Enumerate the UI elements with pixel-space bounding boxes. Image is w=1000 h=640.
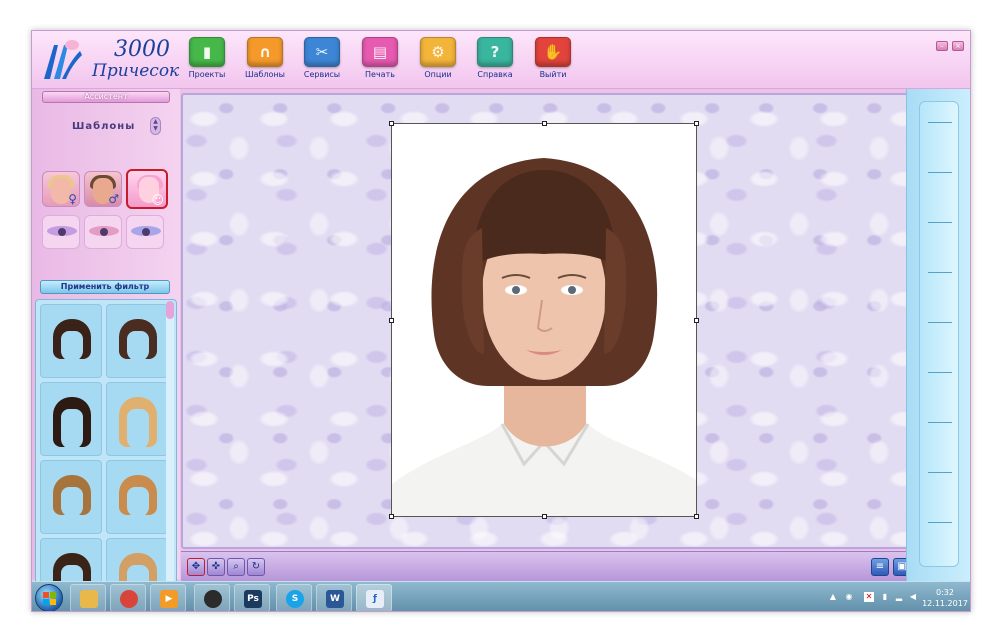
bottom-toolbar: ✥ ✜ ⌕ ↻ ≡ ▣ [181, 551, 917, 581]
resize-handle[interactable] [389, 318, 394, 323]
resize-handle[interactable] [542, 121, 547, 126]
exit-icon: ✋ [535, 37, 571, 67]
media-player-icon: ▶ [160, 590, 178, 608]
network-globe-icon[interactable]: ◉ [844, 592, 854, 602]
taskbar-item-obs[interactable] [194, 584, 230, 611]
taskbar-item-photoshop[interactable]: Ps [234, 584, 270, 611]
clock-date: 12.11.2017 [922, 599, 968, 608]
logo-mark-icon [44, 40, 82, 79]
hairstyle-item[interactable] [40, 382, 102, 456]
hairstyle-item[interactable] [106, 304, 168, 378]
apply-filter-button[interactable]: Применить фильтр [40, 280, 170, 294]
file-explorer-icon [80, 590, 98, 608]
right-scrollbar[interactable] [919, 101, 959, 567]
taskbar-item-word[interactable]: W [316, 584, 352, 611]
taskbar-item-hairstyles[interactable]: ƒ [356, 584, 392, 611]
windows-logo-icon [43, 592, 56, 605]
move-tool-button[interactable]: ✥ [187, 558, 205, 576]
resize-handle[interactable] [389, 514, 394, 519]
taskbar-item-explorer[interactable] [70, 584, 106, 611]
zoom-tool-button[interactable]: ⌕ [227, 558, 245, 576]
assistant-button[interactable]: Ассистент [42, 91, 170, 103]
minimize-button[interactable]: – [936, 41, 948, 51]
services-icon: ✂ [304, 37, 340, 67]
templates-section-title: Шаблоны [72, 121, 136, 132]
windows-taskbar: ▶ Ps S W ƒ ▲ ◉ ✕ ▮ ▂ ◀ 0:32 12.11.2017 [32, 581, 970, 611]
templates-button[interactable]: ∩ Шаблоны [236, 37, 294, 85]
print-button[interactable]: ▤ Печать [351, 37, 409, 85]
eye-template-2[interactable] [84, 215, 122, 249]
female-template-thumb[interactable]: ♀ [42, 171, 80, 207]
left-panel: Ассистент Шаблоны ▲ ▼ ♀ ♂ ☺ Применить фи… [32, 89, 180, 611]
hairstyle-item[interactable] [40, 460, 102, 534]
print-icon: ▤ [362, 37, 398, 67]
skype-icon: S [286, 590, 304, 608]
portrait-image [392, 124, 696, 516]
hairstyle-item[interactable] [40, 304, 102, 378]
projects-icon: ▮ [189, 37, 225, 67]
chrome-icon [120, 590, 138, 608]
logo-number: 3000 [114, 37, 170, 62]
section-updown-icon[interactable]: ▲ ▼ [150, 117, 161, 135]
rotate-tool-button[interactable]: ↻ [247, 558, 265, 576]
taskbar-item-skype[interactable]: S [276, 584, 312, 611]
hairstyle-item[interactable] [106, 382, 168, 456]
right-panel [906, 89, 970, 581]
hairstyle-item[interactable] [106, 460, 168, 534]
photoshop-icon: Ps [244, 590, 262, 608]
male-symbol-icon: ♂ [108, 192, 119, 206]
clock-time: 0:32 [936, 588, 954, 597]
exit-button[interactable]: ✋ Выйти [524, 37, 582, 85]
editing-canvas[interactable] [181, 93, 909, 549]
resize-handle[interactable] [694, 514, 699, 519]
volume-icon[interactable]: ◀ [908, 592, 918, 602]
help-icon: ? [477, 37, 513, 67]
options-button[interactable]: ⚙ Опции [409, 37, 467, 85]
eye-template-1[interactable] [42, 215, 80, 249]
clock[interactable]: 0:32 12.11.2017 [920, 587, 970, 609]
resize-handle[interactable] [389, 121, 394, 126]
projects-button[interactable]: ▮ Проекты [178, 37, 236, 85]
header: 3000 Причесок ▮ Проекты ∩ Шаблоны ✂ Серв… [32, 31, 970, 89]
scroll-thumb[interactable] [166, 301, 174, 319]
word-icon: W [326, 590, 344, 608]
system-tray: ▲ ◉ ✕ ▮ ▂ ◀ 0:32 12.11.2017 [824, 586, 970, 610]
close-button[interactable]: × [952, 41, 964, 51]
help-button[interactable]: ? Справка [466, 37, 524, 85]
tray-expand-icon[interactable]: ▲ [828, 592, 838, 602]
male-template-thumb[interactable]: ♂ [84, 171, 122, 207]
app-window: 3000 Причесок ▮ Проекты ∩ Шаблоны ✂ Серв… [31, 30, 971, 612]
female-symbol-icon: ♀ [68, 192, 77, 206]
resize-handle[interactable] [542, 514, 547, 519]
signal-icon[interactable]: ▂ [894, 592, 904, 602]
hairstyles-app-icon: ƒ [366, 590, 384, 608]
templates-icon: ∩ [247, 37, 283, 67]
services-button[interactable]: ✂ Сервисы [293, 37, 351, 85]
child-template-thumb[interactable]: ☺ [126, 169, 168, 209]
portrait-photo[interactable] [389, 121, 699, 519]
app-logo: 3000 Причесок [38, 35, 180, 85]
resize-handle[interactable] [694, 318, 699, 323]
hairstyle-gallery [35, 299, 177, 611]
logo-title: Причесок [92, 61, 180, 81]
list-view-button[interactable]: ≡ [871, 558, 889, 576]
eye-template-3[interactable] [126, 215, 164, 249]
gallery-scrollbar[interactable] [166, 301, 174, 611]
pan-tool-button[interactable]: ✜ [207, 558, 225, 576]
antivirus-icon[interactable]: ✕ [864, 592, 874, 602]
start-button[interactable] [35, 584, 63, 611]
battery-icon[interactable]: ▮ [880, 592, 890, 602]
obs-icon [204, 590, 222, 608]
taskbar-item-chrome[interactable] [110, 584, 146, 611]
taskbar-item-media[interactable]: ▶ [150, 584, 186, 611]
options-icon: ⚙ [420, 37, 456, 67]
resize-handle[interactable] [694, 121, 699, 126]
child-symbol-icon: ☺ [151, 193, 164, 207]
